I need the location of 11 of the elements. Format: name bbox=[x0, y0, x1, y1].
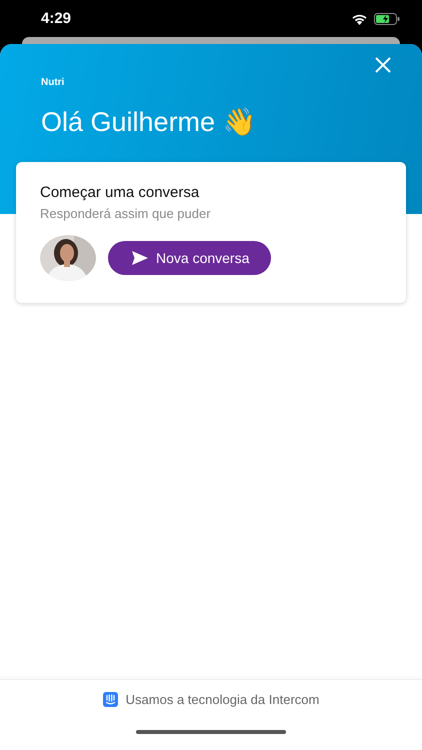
intercom-icon bbox=[102, 692, 118, 707]
battery-icon bbox=[374, 12, 400, 24]
brand-logo: Nutri bbox=[41, 77, 64, 88]
send-icon bbox=[132, 251, 148, 265]
greeting-title: Olá Guilherme 👋 bbox=[41, 106, 257, 138]
new-conversation-button[interactable]: Nova conversa bbox=[108, 241, 272, 275]
status-time: 4:29 bbox=[41, 10, 72, 27]
wifi-icon bbox=[351, 12, 368, 24]
card-title: Começar uma conversa bbox=[40, 184, 200, 201]
powered-by-text: Usamos a tecnologia da Intercom bbox=[126, 692, 320, 707]
card-subtitle: Responderá assim que puder bbox=[40, 206, 211, 221]
